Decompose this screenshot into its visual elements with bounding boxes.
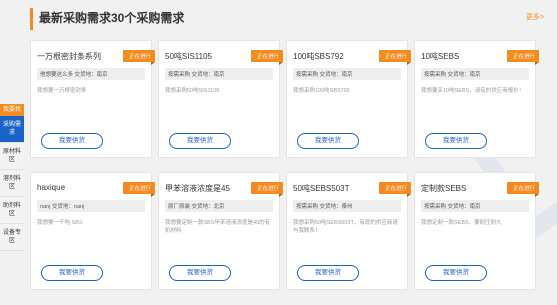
purchase-card[interactable]: 50吨SIS1105 正在进行 按需采购 交货地：南京 我想采购50吨SIS11…: [158, 40, 284, 158]
supply-button[interactable]: 我要供货: [41, 265, 103, 281]
status-badge: 正在进行: [378, 50, 412, 65]
purchase-card-grid: 一万根密封条系列 正在进行 他想要这么多 交货地：南京 我想要一万根密封条 我要…: [30, 40, 540, 290]
side-nav-head: 我要找: [0, 104, 24, 116]
status-badge: 正在进行: [122, 182, 156, 197]
more-link[interactable]: 更多>: [526, 12, 544, 22]
card-description: 我想要买10吨SEBS，请有的供应商报价！: [421, 88, 525, 94]
side-nav-item-raw-material[interactable]: 原材料区: [0, 143, 24, 170]
card-description: 我想采购50吨SIS1105: [165, 88, 220, 94]
supply-button[interactable]: 我要供货: [425, 265, 487, 281]
purchase-card[interactable]: 50吨SEBS503T 正在进行 按需采购 交货地：泰州 我想采购50吨SEBS…: [286, 172, 412, 290]
card-meta: 按需采购 交货地：南京: [165, 68, 273, 80]
card-description: 我想要一千吨 SBS: [37, 220, 83, 226]
status-badge: 正在进行: [250, 50, 284, 65]
supply-button[interactable]: 我要供货: [297, 133, 359, 149]
side-nav-item-purchase[interactable]: 采购需求: [0, 116, 24, 143]
side-nav-item-solvent[interactable]: 溶剂料区: [0, 170, 24, 197]
purchase-card[interactable]: 100吨SBS792 正在进行 按需采购 交货地：南京 我想采购100吨SBS7…: [286, 40, 412, 158]
side-nav-item-additive[interactable]: 助剂料区: [0, 197, 24, 224]
status-badge: 正在进行: [506, 182, 540, 197]
purchase-card[interactable]: 定制款SEBS 正在进行 按需采购 交货地：南京 我想定制一款SEBS，要耐压耐…: [414, 172, 540, 290]
main-content: 最新采购需求30个采购需求 更多> 一万根密封条系列 正在进行 他想要这么多 交…: [30, 8, 544, 298]
card-meta: 按需采购 交货地：南京: [421, 68, 529, 80]
card-description: 我想定制一款SEBS，要耐压耐久: [421, 220, 502, 226]
section-title: 最新采购需求30个采购需求: [39, 11, 185, 25]
supply-button[interactable]: 我要供货: [169, 265, 231, 281]
card-meta: 他想要这么多 交货地：南京: [37, 68, 145, 80]
side-nav: 我要找 采购需求 原材料区 溶剂料区 助剂料区 设备专区: [0, 104, 24, 251]
status-badge: 正在进行: [506, 50, 540, 65]
purchase-card[interactable]: 甲苯溶液浓度是45 正在进行 原厂原装 交货地：北京 我想要定制一款SBS甲苯溶…: [158, 172, 284, 290]
card-meta: 原厂原装 交货地：北京: [165, 200, 273, 212]
supply-button[interactable]: 我要供货: [41, 133, 103, 149]
status-badge: 正在进行: [122, 50, 156, 65]
purchase-card[interactable]: haxique 正在进行 nanj 交货地：nanj 我想要一千吨 SBS 我要…: [30, 172, 156, 290]
supply-button[interactable]: 我要供货: [297, 265, 359, 281]
card-meta: 按需采购 交货地：泰州: [293, 200, 401, 212]
status-badge: 正在进行: [378, 182, 412, 197]
card-meta: nanj 交货地：nanj: [37, 200, 145, 212]
card-description: 我想采购100吨SBS792: [293, 88, 350, 94]
card-description: 我想要定制一款SBS甲苯溶液浓度是45的有机材料: [165, 220, 271, 234]
purchase-card[interactable]: 10吨SEBS 正在进行 按需采购 交货地：南京 我想要买10吨SEBS，请有的…: [414, 40, 540, 158]
purchase-card[interactable]: 一万根密封条系列 正在进行 他想要这么多 交货地：南京 我想要一万根密封条 我要…: [30, 40, 156, 158]
card-meta: 按需采购 交货地：南京: [421, 200, 529, 212]
section-header: 最新采购需求30个采购需求 更多>: [30, 8, 544, 30]
supply-button[interactable]: 我要供货: [425, 133, 487, 149]
card-description: 我想要一万根密封条: [37, 88, 87, 94]
card-meta: 按需采购 交货地：南京: [293, 68, 401, 80]
supply-button[interactable]: 我要供货: [169, 133, 231, 149]
side-nav-item-equipment[interactable]: 设备专区: [0, 224, 24, 251]
card-description: 我想采购50吨SEBS503T，有现的供应商请与我联系！: [293, 220, 398, 234]
status-badge: 正在进行: [250, 182, 284, 197]
